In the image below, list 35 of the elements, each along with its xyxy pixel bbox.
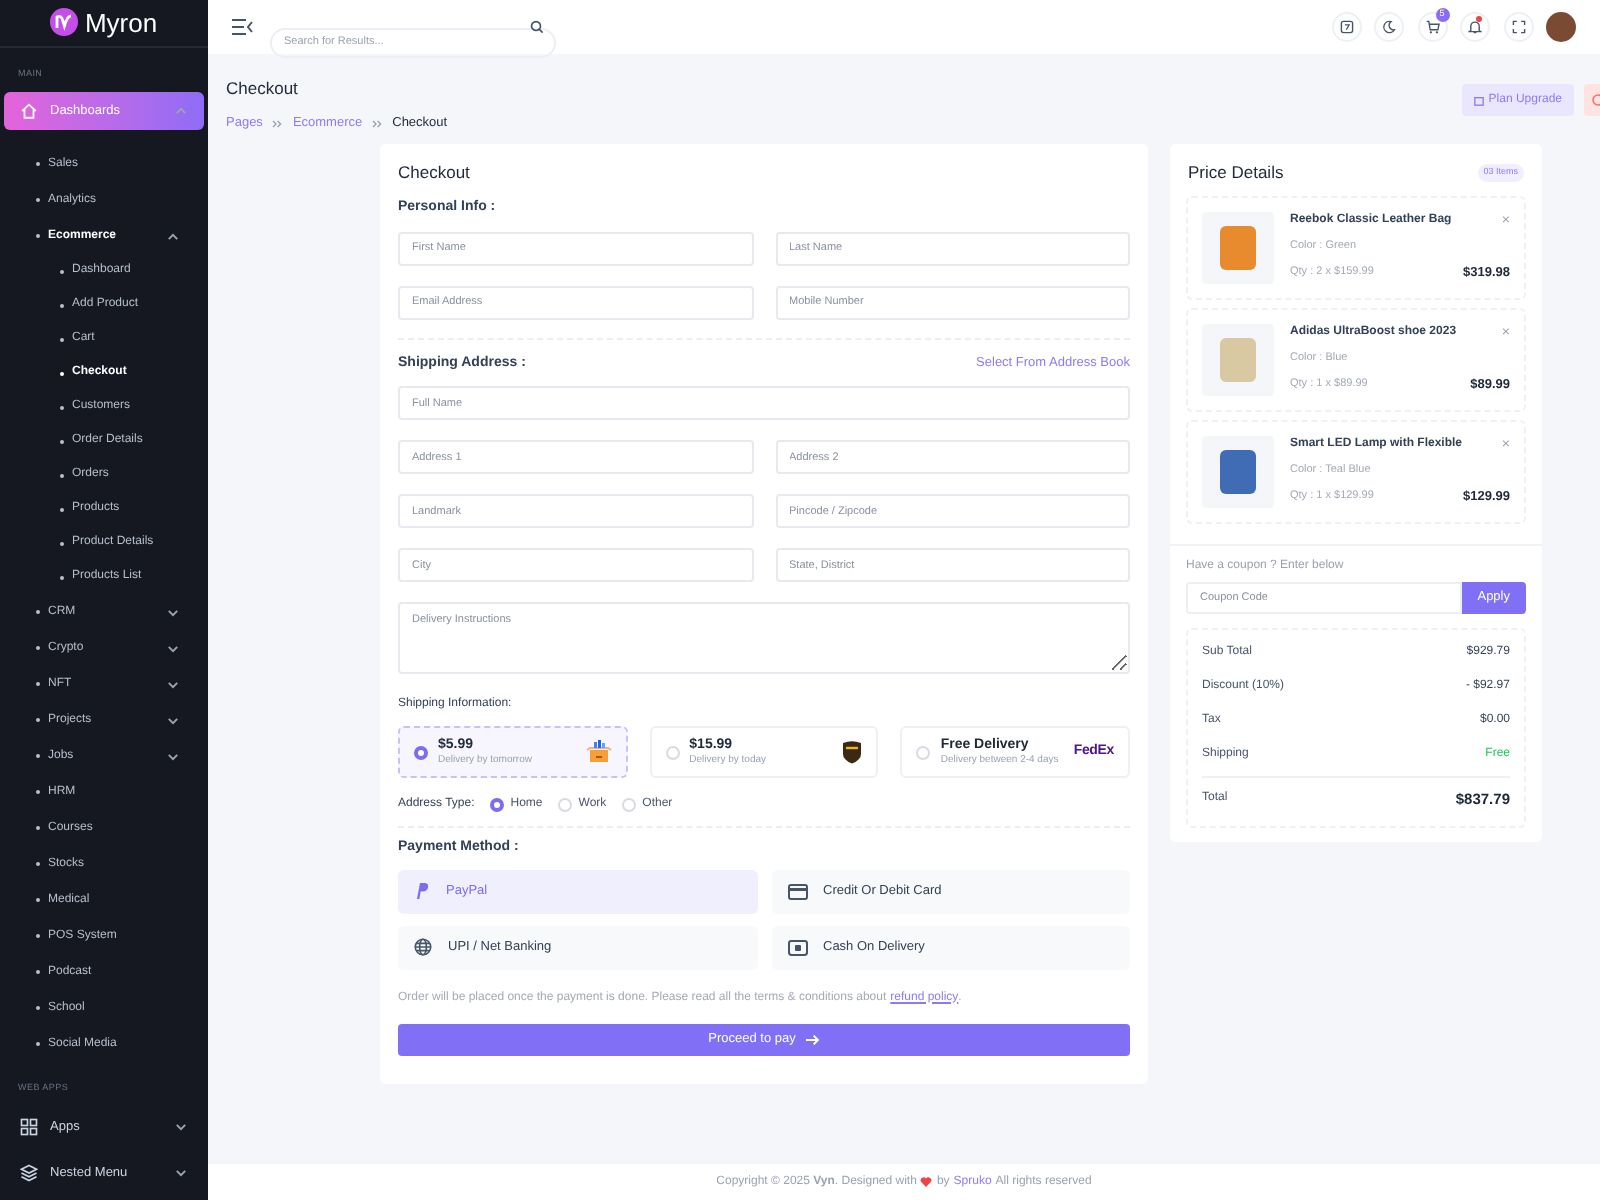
cart-icon — [1425, 20, 1439, 34]
avatar[interactable] — [1546, 12, 1576, 42]
menu-icon[interactable] — [232, 18, 254, 36]
paypal-icon — [414, 882, 430, 900]
page-title: Checkout — [226, 76, 300, 102]
bell-icon — [1468, 20, 1482, 34]
theme-toggle-button[interactable] — [1374, 12, 1404, 42]
notifications-button[interactable] — [1460, 12, 1490, 42]
box-icon — [585, 740, 612, 764]
home-icon — [20, 102, 38, 121]
grid-icon — [20, 1118, 38, 1136]
cash-icon — [787, 939, 807, 955]
globe-icon — [414, 938, 432, 956]
logo-icon — [50, 8, 79, 37]
calendar-icon — [1474, 95, 1485, 105]
translate-button[interactable] — [1331, 12, 1361, 42]
product-photo-placeholder — [1202, 435, 1274, 508]
fullscreen-button[interactable] — [1503, 12, 1533, 42]
chevrons-right-icon — [272, 119, 283, 128]
card-title: Checkout — [398, 160, 472, 186]
product-photo-placeholder — [1202, 323, 1274, 396]
search-icon — [530, 20, 544, 34]
brand-name: Myron — [84, 5, 158, 42]
arrow-right-icon — [805, 1033, 820, 1045]
product-photo-placeholder — [1202, 211, 1274, 284]
card-icon — [787, 883, 807, 899]
layers-icon — [20, 1164, 38, 1182]
chevrons-right-icon — [372, 119, 383, 128]
fullscreen-icon — [1511, 20, 1525, 34]
radio-button[interactable] — [490, 798, 505, 812]
shield-icon — [842, 740, 863, 764]
radio-button[interactable] — [414, 745, 428, 759]
card-title: Price Details — [1188, 160, 1284, 186]
moon-icon — [1382, 20, 1396, 34]
heart-icon — [920, 1176, 933, 1188]
